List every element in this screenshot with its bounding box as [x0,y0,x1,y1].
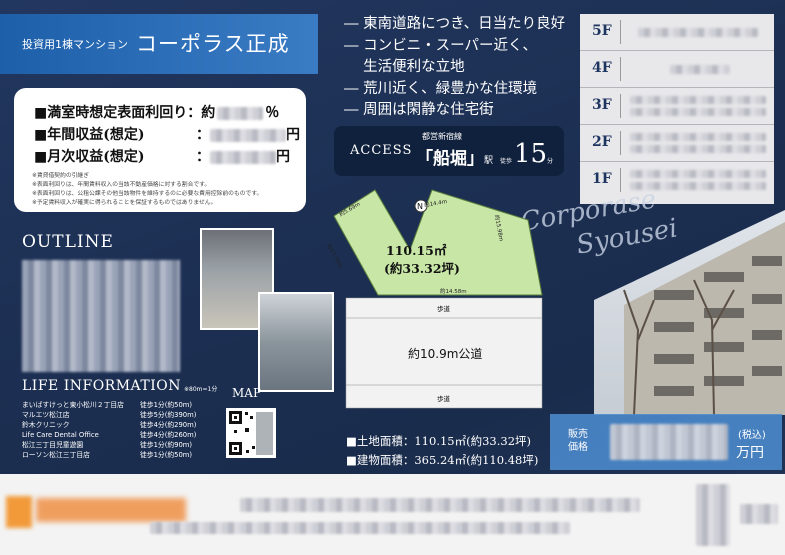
floor-label: 4F [592,60,612,76]
yield-card: ■満室時想定表面利回り：約 ％ ■年間収益(想定) ： 円 ■月次収益(想定) ： 円 ※… [14,88,306,212]
outline-heading: OUTLINE [22,232,114,252]
life-info-list: まいばすけっと東小松川２丁目店 徒歩1分(約50m) マルエツ松江店 徒歩5分(約3… [22,400,196,460]
monthly-income-label: ■月次収益(想定) [34,149,145,165]
station-suffix: 駅 [484,156,494,166]
walk-minutes: 15 [514,139,548,169]
building-area: ■建物面積：365.24㎡(約110.48坪) [346,453,539,467]
company-name-redacted [36,498,186,522]
list-item: ローソン松江三丁目店 徒歩1分(約50m) [22,451,193,459]
redacted-value [210,150,276,164]
monthly-income-row: ■月次収益(想定) ： 円 [34,146,290,166]
redacted-value [217,106,264,120]
price-tax-note: (税込) [738,430,766,441]
yield-row: ■満室時想定表面利回り：約 ％ [34,102,279,122]
redacted-units [670,65,730,74]
lot-area-tsubo: (約33.32坪) [384,261,460,276]
floor-row: 3F [580,88,774,125]
feature-item: 生活便利な立地 [344,59,465,75]
company-logo [6,496,32,528]
annual-income-sep: ： [196,127,210,143]
list-item: 松江三丁目児童遊園 徒歩1分(約90m) [22,441,193,449]
life-info-heading: LIFE INFORMATION [22,378,181,394]
feature-item: ― 周囲は閑静な住宅街 [344,102,494,118]
walk-label: 徒歩 [500,158,513,165]
redacted-units [638,28,758,37]
feature-item: ― コンビニ・スーパー近く、 [344,37,537,54]
redacted-units [630,133,766,141]
redacted-value [210,128,286,142]
train-line: 都営新宿線 [422,132,462,141]
price-label: 販売 価格 [568,429,588,453]
map-heading: MAP [232,386,262,400]
list-item: 鈴木クリニック 徒歩4分(約290m) [22,421,197,429]
floor-label: 5F [592,23,612,39]
redacted-units [630,96,766,104]
price-unit: 万円 [736,445,764,461]
svg-text:N: N [417,202,423,211]
sidewalk-label: 歩道 [437,395,450,403]
floor-row: 5F [580,14,774,51]
disclaimer: ※賃貸借契約の引継ぎ [32,173,90,179]
area-data: ■土地面積：110.15㎡(約33.32坪) ■建物面積：365.24㎡(約11… [346,432,538,470]
redacted-units [630,170,766,178]
flyer-page: 投資用1棟マンション コーポラス正成 ― 東南道路につき、日当たり良好 ― コン… [0,0,785,555]
disclaimer: ※予定賃料収入が確実に得られることを保証するものではありません。 [32,200,217,206]
price-box: 販売 価格 (税込) 万円 [550,414,782,470]
station-name: 「船堀」 [416,149,484,169]
redacted-price [610,424,728,460]
annual-income-label: ■年間収益(想定) [34,127,145,143]
life-info-note: ※80m=1分 [184,386,218,393]
footer-company-info [0,474,785,555]
outline-details-redacted [22,260,182,372]
list-item: Life Care Dental Office 徒歩4分(約260m) [22,431,197,439]
title-bar: 投資用1棟マンション コーポラス正成 [0,14,318,74]
land-area: ■土地面積：110.15㎡(約33.32坪) [346,434,531,448]
list-item: マルエツ松江店 徒歩5分(約390m) [22,411,197,419]
monthly-income-sep: ： [196,149,210,165]
floor-label: 2F [592,134,612,150]
access-box: ACCESS 都営新宿線 「船堀」 駅 徒歩 15 分 [334,126,564,176]
floor-row: 2F [580,125,774,162]
road-label: 約10.9m公道 [408,347,483,361]
site-diagram: N [333,189,543,409]
floor-label: 1F [592,171,612,187]
qr-code[interactable] [226,408,276,458]
property-name: コーポラス正成 [136,32,290,56]
yield-label: ■満室時想定表面利回り [34,105,188,121]
qr-code-icon [229,411,273,455]
annual-income-row: ■年間収益(想定) ： 円 [34,124,300,144]
disclaimer: ※表面利回りは、年間賃料収入の当該不動産価格に対する割合です。 [32,182,211,188]
floor-label: 3F [592,97,612,113]
access-label: ACCESS [350,143,413,158]
feature-item: ― 東南道路につき、日当たり良好 [344,16,566,32]
lot-dimension: 約14.58m [440,289,467,295]
yield-sep: ：約 [187,105,216,121]
feature-list: ― 東南道路につき、日当たり良好 ― コンビニ・スーパー近く、 生活便利な立地 … [344,14,565,122]
building-photo [594,210,785,415]
lot-area: 110.15㎡ [386,243,447,258]
floor-panel: 5F 4F 3F 2F 1F [580,14,774,204]
annual-income-unit: 円 [286,127,300,143]
sidewalk-label: 歩道 [437,305,450,313]
redacted-units [630,108,766,116]
disclaimer: ※表面利回りは、公租公課その他当該物件を維持するのに必要な費用控除前のものです。 [32,191,263,197]
monthly-income-unit: 円 [276,149,290,165]
floor-row: 4F [580,51,774,88]
yield-unit: ％ [265,105,280,121]
property-category: 投資用1棟マンション [22,38,128,51]
list-item: まいばすけっと東小松川２丁目店 徒歩1分(約50m) [22,401,193,409]
redacted-units [630,145,766,153]
feature-item: ― 荒川近く、緑豊かな住環境 [344,80,538,97]
minutes-unit: 分 [547,158,554,165]
